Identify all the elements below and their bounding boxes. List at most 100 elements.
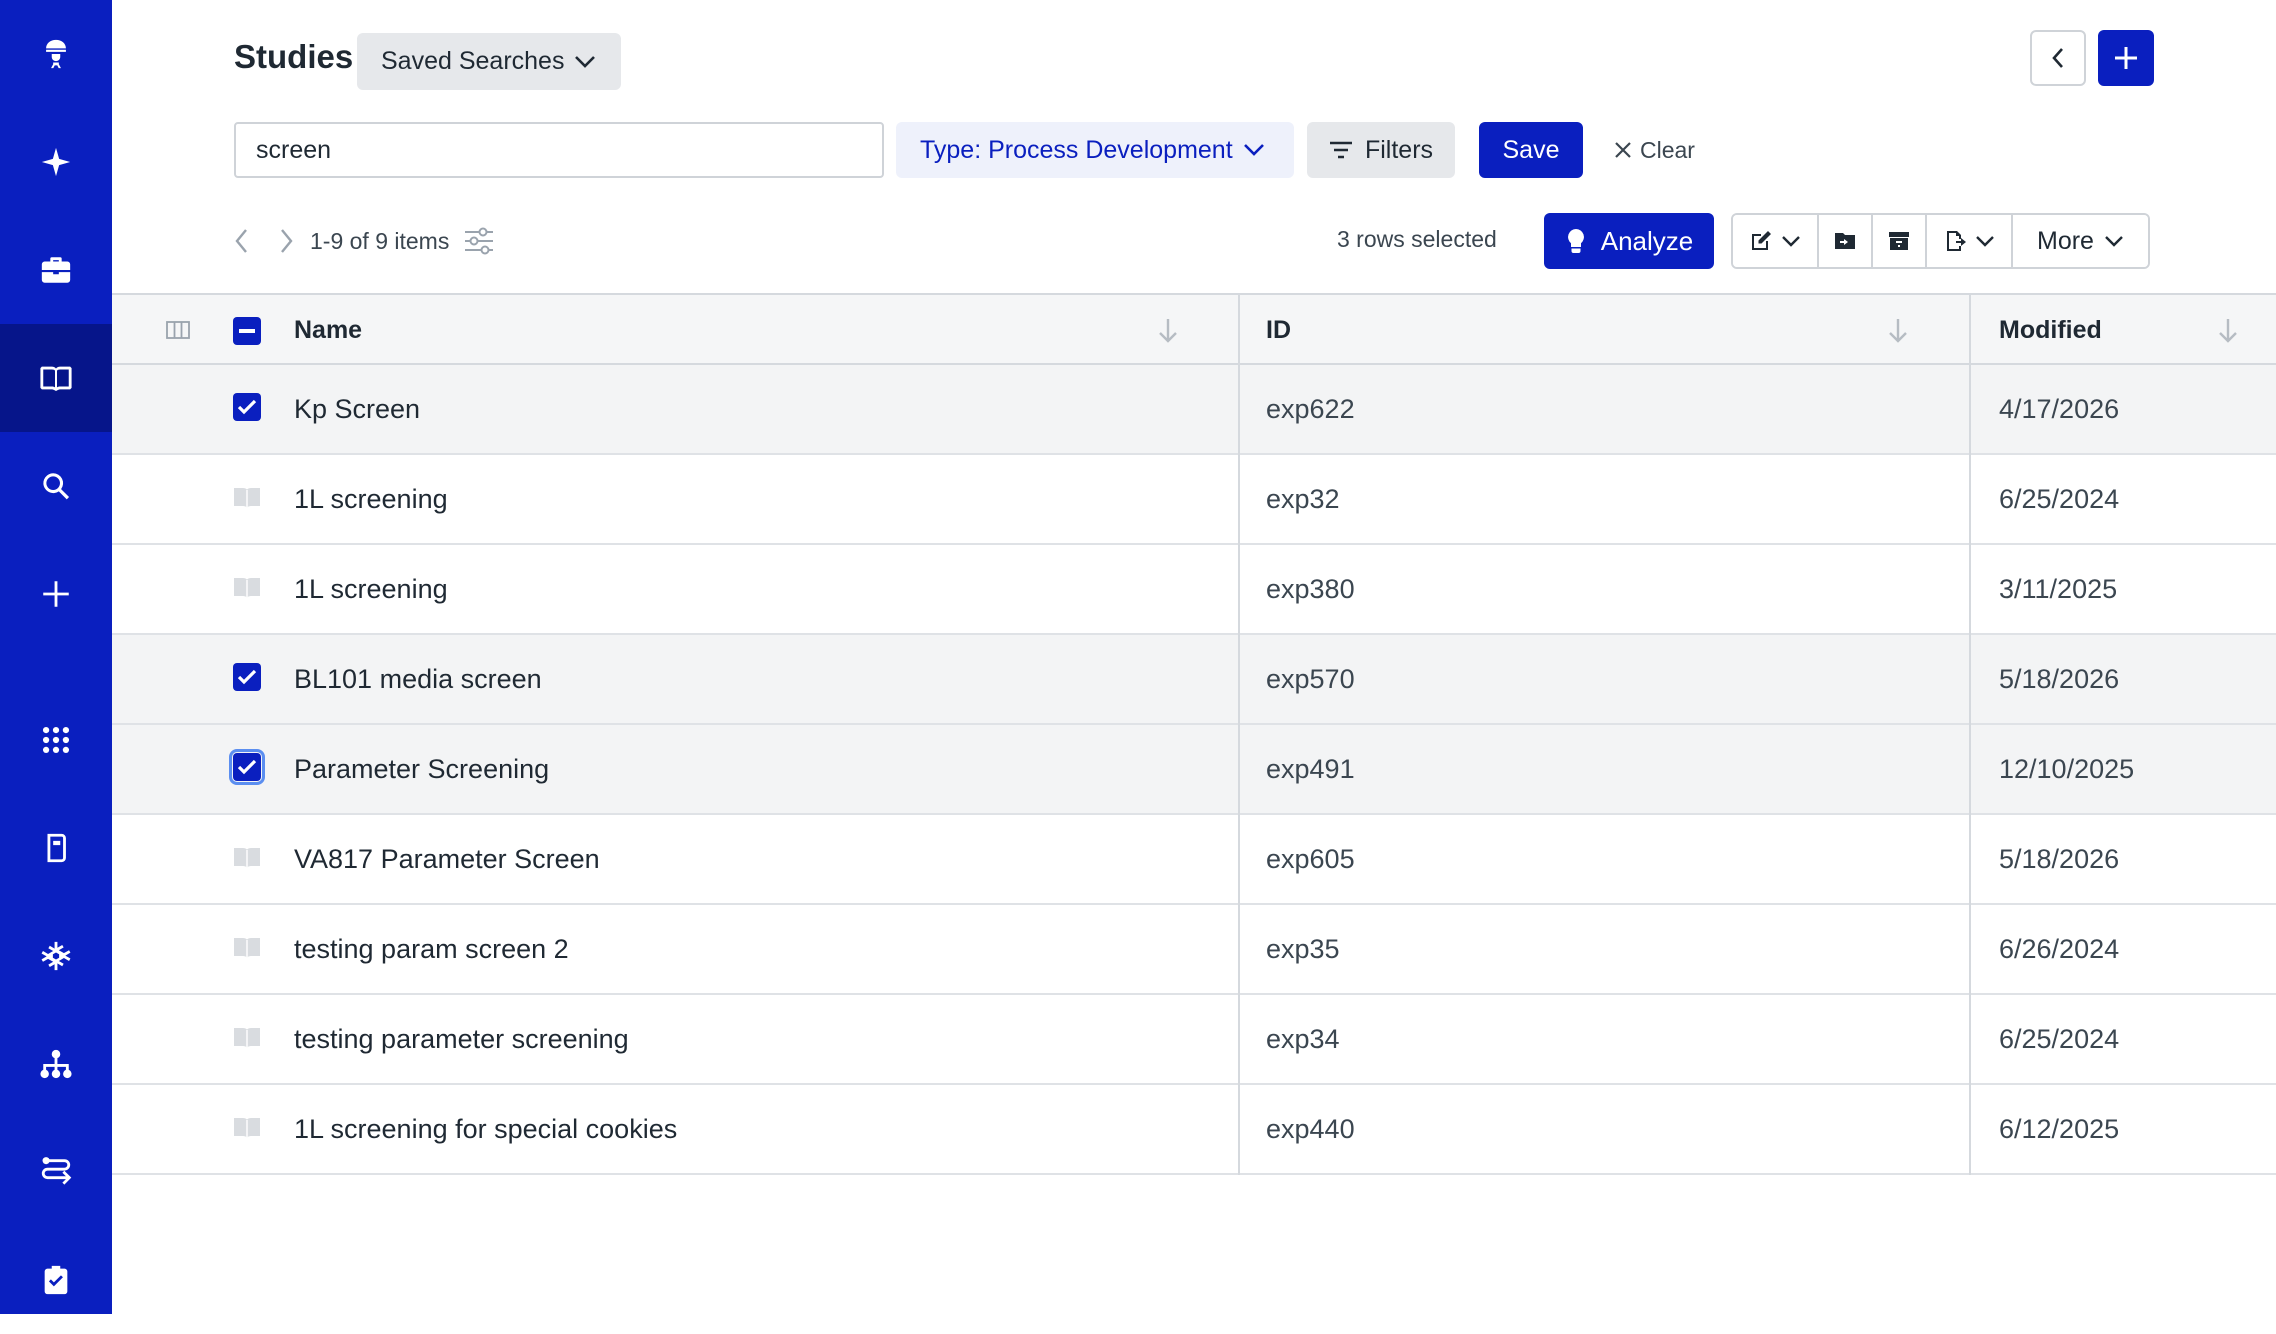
table-row[interactable]: 1L screening exp380 3/11/2025 <box>112 545 2276 635</box>
cell-modified: 4/17/2026 <box>1999 393 2120 424</box>
chevron-right-icon[interactable] <box>274 226 298 256</box>
saved-searches-dropdown[interactable]: Saved Searches <box>357 33 621 90</box>
row-checkbox[interactable] <box>233 845 261 869</box>
clear-button[interactable]: Clear <box>1614 122 1695 178</box>
row-checkbox[interactable] <box>233 393 261 421</box>
table-row[interactable]: 1L screening for special cookies exp440 6/… <box>112 1085 2276 1175</box>
save-button[interactable]: Save <box>1479 122 1583 178</box>
cell-name[interactable]: 1L screening <box>294 455 448 543</box>
sidebar-item-create[interactable] <box>0 540 112 648</box>
type-filter-chip[interactable]: Type: Process Development <box>896 122 1294 178</box>
close-icon <box>1615 142 1631 158</box>
sidebar-item-workflows[interactable] <box>0 1118 112 1226</box>
analyze-button[interactable]: Analyze <box>1544 213 1714 269</box>
book-icon <box>234 488 260 508</box>
checkmark-icon <box>237 399 257 415</box>
select-all-checkbox[interactable] <box>233 317 261 345</box>
table-row[interactable]: 1L screening exp32 6/25/2024 <box>112 455 2276 545</box>
scientist-icon <box>46 39 66 69</box>
book-icon <box>234 848 260 868</box>
column-header-id[interactable]: ID <box>1266 295 1291 365</box>
cell-modified: 3/11/2025 <box>1999 573 2118 604</box>
cell-name[interactable]: Parameter Screening <box>294 725 549 813</box>
sidebar-item-studies[interactable] <box>0 324 112 432</box>
filter-icon <box>1329 141 1352 159</box>
cell-modified: 6/12/2025 <box>1999 1113 2120 1144</box>
column-header-modified[interactable]: Modified <box>1999 295 2102 365</box>
sidebar-item-hierarchy[interactable] <box>0 1010 112 1118</box>
cell-id: exp605 <box>1266 843 1355 874</box>
search-input[interactable] <box>234 122 884 178</box>
table-row[interactable]: testing param screen 2 exp35 6/26/2024 <box>112 905 2276 995</box>
sidebar <box>0 0 112 1314</box>
lightbulb-icon <box>1567 229 1584 253</box>
pagination-status: 1-9 of 9 items <box>310 228 450 254</box>
row-checkbox[interactable] <box>233 575 261 599</box>
cell-name[interactable]: 1L screening <box>294 545 448 633</box>
page-title: Studies <box>234 38 354 75</box>
edit-icon <box>1752 231 1771 250</box>
add-study-button[interactable] <box>2098 30 2154 86</box>
sort-arrow-icon[interactable] <box>1157 317 1179 345</box>
column-settings-icon[interactable] <box>166 321 190 339</box>
collapse-button[interactable] <box>2030 30 2086 86</box>
column-header-label: ID <box>1266 315 1291 344</box>
row-checkbox[interactable] <box>229 749 265 785</box>
row-checkbox[interactable] <box>233 1025 261 1049</box>
sidebar-item-notebook[interactable] <box>0 794 112 902</box>
cell-name[interactable]: Kp Screen <box>294 365 420 453</box>
cell-name[interactable]: testing param screen 2 <box>294 905 569 993</box>
column-header-label: Modified <box>1999 315 2102 344</box>
cell-modified: 6/26/2024 <box>1999 933 2120 964</box>
archive-icon <box>1889 232 1909 250</box>
sidebar-item-molecules[interactable] <box>0 902 112 1010</box>
clipboard-check-icon <box>44 1265 68 1295</box>
chevron-left-icon[interactable] <box>230 226 254 256</box>
clear-label: Clear <box>1640 136 1695 163</box>
chevron-down-icon <box>575 55 596 68</box>
edit-menu-button[interactable] <box>1733 215 1819 267</box>
row-actions-toolbar: More <box>1731 213 2150 269</box>
table-row[interactable]: Kp Screen exp622 4/17/2026 <box>112 365 2276 455</box>
row-checkbox[interactable] <box>233 935 261 959</box>
column-divider <box>1238 293 1240 1175</box>
cell-modified: 6/25/2024 <box>1999 1023 2120 1054</box>
cell-name[interactable]: 1L screening for special cookies <box>294 1085 677 1173</box>
more-menu-button[interactable]: More <box>2013 215 2148 267</box>
export-menu-button[interactable] <box>1927 215 2013 267</box>
sidebar-item-tasks[interactable] <box>0 1226 112 1334</box>
checkmark-icon <box>237 759 257 775</box>
book-icon <box>234 578 260 598</box>
cell-modified: 12/10/2025 <box>1999 753 2135 784</box>
sidebar-item-profile[interactable] <box>0 0 112 108</box>
sliders-icon[interactable] <box>463 226 495 256</box>
table-row[interactable]: testing parameter screening exp34 6/25/202… <box>112 995 2276 1085</box>
sort-arrow-icon[interactable] <box>1887 317 1909 345</box>
column-header-name[interactable]: Name <box>294 295 362 365</box>
sort-arrow-icon[interactable] <box>2217 317 2239 345</box>
row-checkbox[interactable] <box>233 1115 261 1139</box>
cell-name[interactable]: testing parameter screening <box>294 995 629 1083</box>
chevron-down-icon <box>1976 236 1994 247</box>
table-row[interactable]: BL101 media screen exp570 5/18/2026 <box>112 635 2276 725</box>
book-icon <box>40 366 72 391</box>
sidebar-item-ai[interactable] <box>0 108 112 216</box>
filters-button[interactable]: Filters <box>1307 122 1455 178</box>
sidebar-item-projects[interactable] <box>0 216 112 324</box>
checkmark-icon <box>237 669 257 685</box>
sidebar-item-search[interactable] <box>0 432 112 540</box>
chevron-down-icon <box>1243 144 1264 156</box>
archive-button[interactable] <box>1873 215 1927 267</box>
cell-name[interactable]: VA817 Parameter Screen <box>294 815 600 903</box>
table-row[interactable]: VA817 Parameter Screen exp605 5/18/2026 <box>112 815 2276 905</box>
row-checkbox[interactable] <box>233 485 261 509</box>
move-to-folder-button[interactable] <box>1819 215 1873 267</box>
cell-modified: 5/18/2026 <box>1999 663 2120 694</box>
cell-name[interactable]: BL101 media screen <box>294 635 542 723</box>
plus-icon <box>43 581 69 607</box>
cell-modified: 6/25/2024 <box>1999 483 2120 514</box>
sidebar-item-apps[interactable] <box>0 686 112 794</box>
row-checkbox[interactable] <box>233 663 261 691</box>
cell-id: exp34 <box>1266 1023 1340 1054</box>
table-row[interactable]: Parameter Screening exp491 12/10/2025 <box>112 725 2276 815</box>
